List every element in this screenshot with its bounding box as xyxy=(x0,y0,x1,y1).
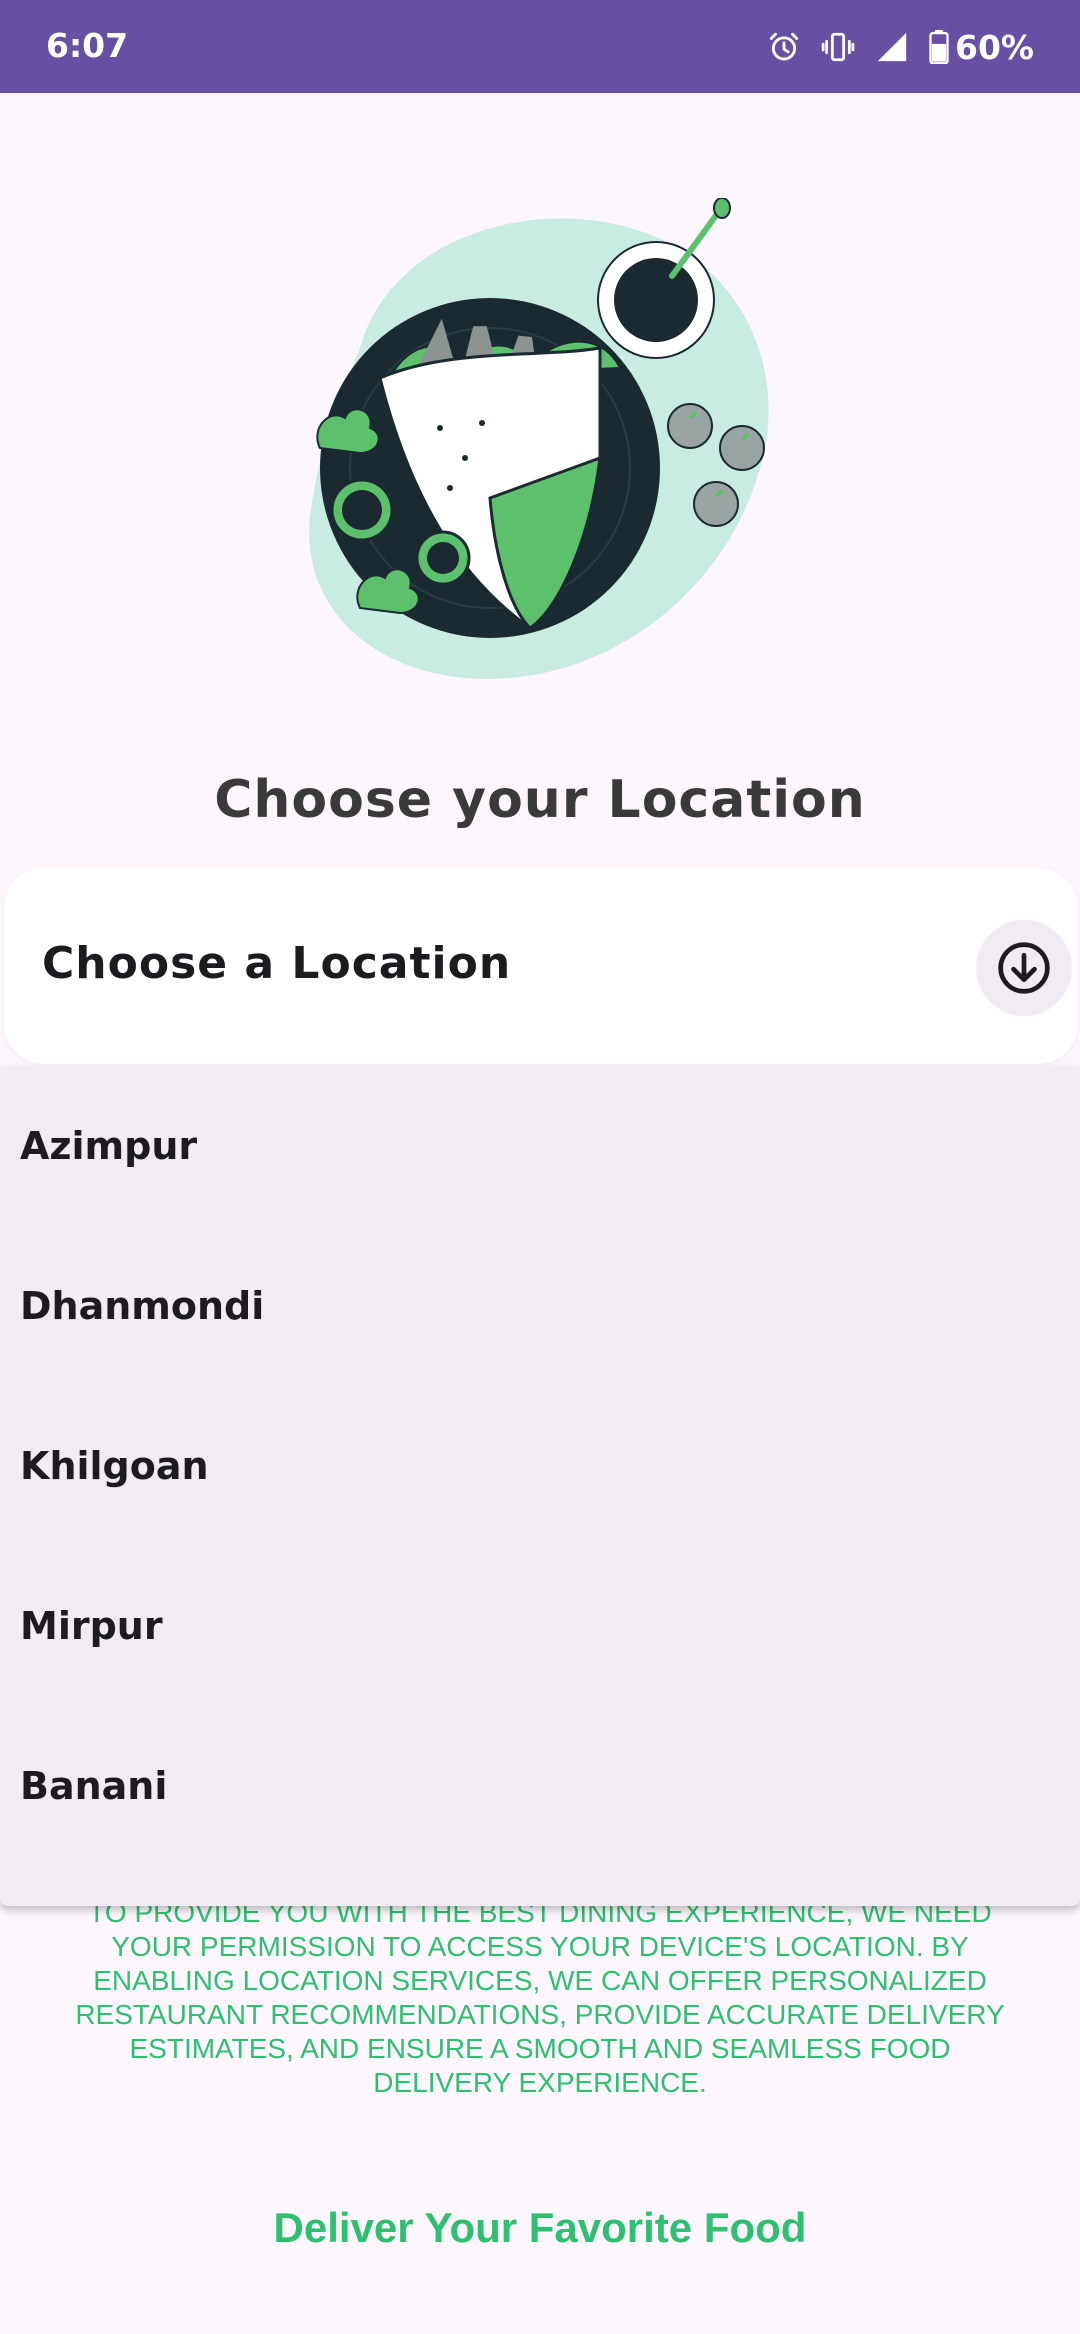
food-wrap-illustration xyxy=(300,197,780,688)
arrow-down-circle-icon xyxy=(998,942,1050,994)
battery-percent: 60% xyxy=(955,27,1034,67)
menu-item-khilgoan[interactable]: Khilgoan xyxy=(0,1386,1080,1546)
status-bar: 6:07 60% xyxy=(0,0,1080,93)
status-icons: 60% xyxy=(767,24,1034,70)
location-selector-label: Choose a Location xyxy=(42,938,512,989)
battery-icon xyxy=(929,30,949,64)
status-time: 6:07 xyxy=(46,26,129,65)
location-selector[interactable]: Choose a Location xyxy=(4,868,1078,1064)
location-dropdown-menu: Azimpur Dhanmondi Khilgoan Mirpur Banani xyxy=(0,1066,1080,1906)
menu-item-banani[interactable]: Banani xyxy=(0,1706,1080,1866)
vibrate-icon xyxy=(821,32,855,62)
page-title: Choose your Location xyxy=(214,770,866,830)
menu-item-dhanmondi[interactable]: Dhanmondi xyxy=(0,1226,1080,1386)
menu-item-mirpur[interactable]: Mirpur xyxy=(0,1546,1080,1706)
dropdown-button[interactable] xyxy=(976,920,1072,1016)
menu-item-azimpur[interactable]: Azimpur xyxy=(0,1066,1080,1226)
signal-icon xyxy=(877,32,907,62)
permission-text: To provide you with the best dining expe… xyxy=(75,1897,1005,2098)
alarm-icon xyxy=(769,32,799,61)
footer-tagline: Deliver Your Favorite Food xyxy=(273,2204,807,2251)
